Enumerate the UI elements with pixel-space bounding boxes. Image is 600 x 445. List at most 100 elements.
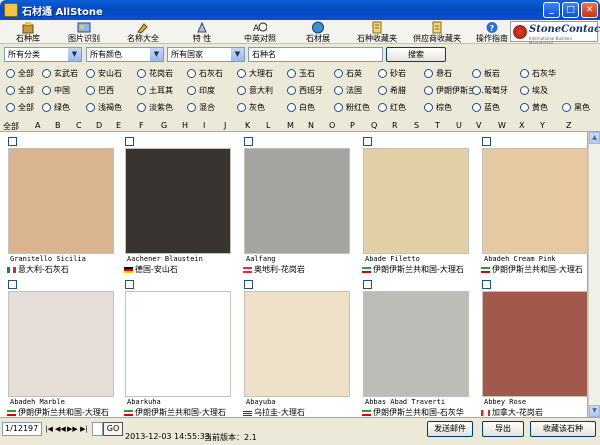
stone-swatch-image[interactable] xyxy=(244,291,350,397)
stone-checkbox[interactable] xyxy=(125,137,134,146)
export-button[interactable]: 导出 xyxy=(482,421,524,437)
alphabet-letter-Y[interactable]: Y xyxy=(540,121,545,130)
alphabet-letter-Z[interactable]: Z xyxy=(566,121,571,130)
radio-category-2[interactable]: 安山石 xyxy=(86,68,122,79)
scroll-down-icon[interactable]: ▼ xyxy=(589,405,600,417)
radio-category-1[interactable]: 玄武岩 xyxy=(42,68,78,79)
scroll-up-icon[interactable]: ▲ xyxy=(589,132,600,144)
prev-page-icon[interactable]: ◀◀ xyxy=(55,423,66,435)
radio-country-11[interactable]: 埃及 xyxy=(520,85,548,96)
alphabet-letter-M[interactable]: M xyxy=(287,121,294,130)
stone-card[interactable]: Abarkuha 伊朗伊斯兰共和国-大理石 xyxy=(117,277,232,419)
alphabet-letter-A[interactable]: A xyxy=(35,121,40,130)
alphabet-letter-W[interactable]: W xyxy=(498,121,506,130)
vertical-scrollbar[interactable]: ▲ ▼ xyxy=(588,132,600,417)
alphabet-letter-全部[interactable]: 全部 xyxy=(3,121,19,132)
radio-category-8[interactable]: 砂岩 xyxy=(378,68,406,79)
alphabet-letter-V[interactable]: V xyxy=(476,121,481,130)
stonecontact-logo[interactable]: StoneContact International Builders Mark… xyxy=(510,21,600,46)
stone-swatch-image[interactable] xyxy=(125,291,231,397)
stone-checkbox[interactable] xyxy=(8,280,17,289)
alphabet-letter-B[interactable]: B xyxy=(55,121,61,130)
radio-color-11[interactable]: 黄色 xyxy=(520,102,548,113)
stone-checkbox[interactable] xyxy=(125,280,134,289)
stone-checkbox[interactable] xyxy=(482,137,491,146)
radio-category-3[interactable]: 花岗岩 xyxy=(137,68,173,79)
search-input[interactable]: 石种名 xyxy=(248,47,383,62)
close-button[interactable]: ✕ xyxy=(581,2,598,18)
alphabet-letter-N[interactable]: N xyxy=(308,121,314,130)
search-button[interactable]: 搜索 xyxy=(386,47,446,62)
radio-color-4[interactable]: 混合 xyxy=(187,102,215,113)
stone-checkbox[interactable] xyxy=(363,137,372,146)
stone-swatch-image[interactable] xyxy=(363,148,469,254)
stone-card[interactable]: Aachener Blaustein 德国-安山石 xyxy=(117,134,232,276)
toolbar-features[interactable]: 特 性 xyxy=(174,21,230,43)
radio-color-2[interactable]: 浅褐色 xyxy=(86,102,122,113)
country-select[interactable]: 所有国家 ▼ xyxy=(167,47,245,62)
radio-country-7[interactable]: 法国 xyxy=(334,85,362,96)
radio-country-6[interactable]: 西班牙 xyxy=(287,85,323,96)
radio-category-0[interactable]: 全部 xyxy=(6,68,34,79)
radio-country-0[interactable]: 全部 xyxy=(6,85,34,96)
stone-swatch-image[interactable] xyxy=(482,148,588,254)
favorite-stone-button[interactable]: 收藏该石种 xyxy=(530,421,596,437)
maximize-button[interactable]: □ xyxy=(562,2,579,18)
stone-swatch-image[interactable] xyxy=(363,291,469,397)
radio-category-4[interactable]: 石灰石 xyxy=(187,68,223,79)
stone-swatch-image[interactable] xyxy=(8,148,114,254)
alphabet-letter-R[interactable]: R xyxy=(392,121,398,130)
radio-category-11[interactable]: 石灰华 xyxy=(520,68,556,79)
radio-category-7[interactable]: 石英 xyxy=(334,68,362,79)
radio-category-9[interactable]: 悬石 xyxy=(424,68,452,79)
alphabet-letter-K[interactable]: K xyxy=(245,121,250,130)
stone-card[interactable]: Abade Filetto 伊朗伊斯兰共和国-大理石 xyxy=(355,134,470,276)
minimize-button[interactable]: _ xyxy=(543,2,560,18)
radio-color-6[interactable]: 白色 xyxy=(287,102,315,113)
alphabet-letter-D[interactable]: D xyxy=(96,121,102,130)
toolbar-name-encyclopedia[interactable]: 名称大全 xyxy=(115,21,171,43)
radio-country-10[interactable]: 葡萄牙 xyxy=(472,85,508,96)
go-button[interactable]: GO xyxy=(103,422,123,436)
page-number-input[interactable] xyxy=(92,422,103,436)
alphabet-letter-X[interactable]: X xyxy=(519,121,524,130)
toolbar-cn-en[interactable]: A 中英对照 xyxy=(232,21,288,43)
alphabet-letter-F[interactable]: F xyxy=(139,121,144,130)
next-page-icon[interactable]: ▶▶ xyxy=(67,423,78,435)
alphabet-letter-P[interactable]: P xyxy=(350,121,355,130)
alphabet-letter-J[interactable]: J xyxy=(224,121,226,130)
radio-country-3[interactable]: 土耳其 xyxy=(137,85,173,96)
stone-card[interactable]: Abadeh Cream Pink 伊朗伊斯兰共和国-大理石 xyxy=(474,134,589,276)
stone-checkbox[interactable] xyxy=(363,280,372,289)
alphabet-letter-O[interactable]: O xyxy=(329,121,335,130)
stone-card[interactable]: Abadeh Marble 伊朗伊斯兰共和国-大理石 xyxy=(0,277,115,419)
last-page-icon[interactable]: ▶| xyxy=(79,423,89,435)
radio-color-10[interactable]: 蓝色 xyxy=(472,102,500,113)
radio-country-4[interactable]: 印度 xyxy=(187,85,215,96)
alphabet-letter-E[interactable]: E xyxy=(116,121,121,130)
stone-card[interactable]: Aalfang 奥地利-花岗岩 xyxy=(236,134,351,276)
toolbar-supplier-favorites[interactable]: 供应商收藏夹 xyxy=(409,21,465,43)
toolbar-image-recognition[interactable]: 图片识别 xyxy=(56,21,112,43)
radio-color-5[interactable]: 灰色 xyxy=(237,102,265,113)
alphabet-letter-T[interactable]: T xyxy=(435,121,440,130)
radio-color-9[interactable]: 棕色 xyxy=(424,102,452,113)
stone-swatch-image[interactable] xyxy=(8,291,114,397)
radio-category-6[interactable]: 玉石 xyxy=(287,68,315,79)
radio-color-1[interactable]: 绿色 xyxy=(42,102,70,113)
alphabet-letter-C[interactable]: C xyxy=(76,121,82,130)
radio-country-5[interactable]: 意大利 xyxy=(237,85,273,96)
alphabet-letter-G[interactable]: G xyxy=(161,121,167,130)
alphabet-letter-Q[interactable]: Q xyxy=(371,121,377,130)
alphabet-letter-I[interactable]: I xyxy=(203,121,205,130)
radio-country-1[interactable]: 中国 xyxy=(42,85,70,96)
alphabet-letter-L[interactable]: L xyxy=(266,121,270,130)
toolbar-stone-favorites[interactable]: 石种收藏夹 xyxy=(349,21,405,43)
first-page-icon[interactable]: |◀ xyxy=(44,423,54,435)
stone-checkbox[interactable] xyxy=(482,280,491,289)
alphabet-letter-U[interactable]: U xyxy=(456,121,462,130)
toolbar-stone-library[interactable]: 石种库 xyxy=(0,21,56,43)
toolbar-stone-expo[interactable]: 石材展 xyxy=(290,21,346,43)
radio-category-5[interactable]: 大理石 xyxy=(237,68,273,79)
radio-color-0[interactable]: 全部 xyxy=(6,102,34,113)
